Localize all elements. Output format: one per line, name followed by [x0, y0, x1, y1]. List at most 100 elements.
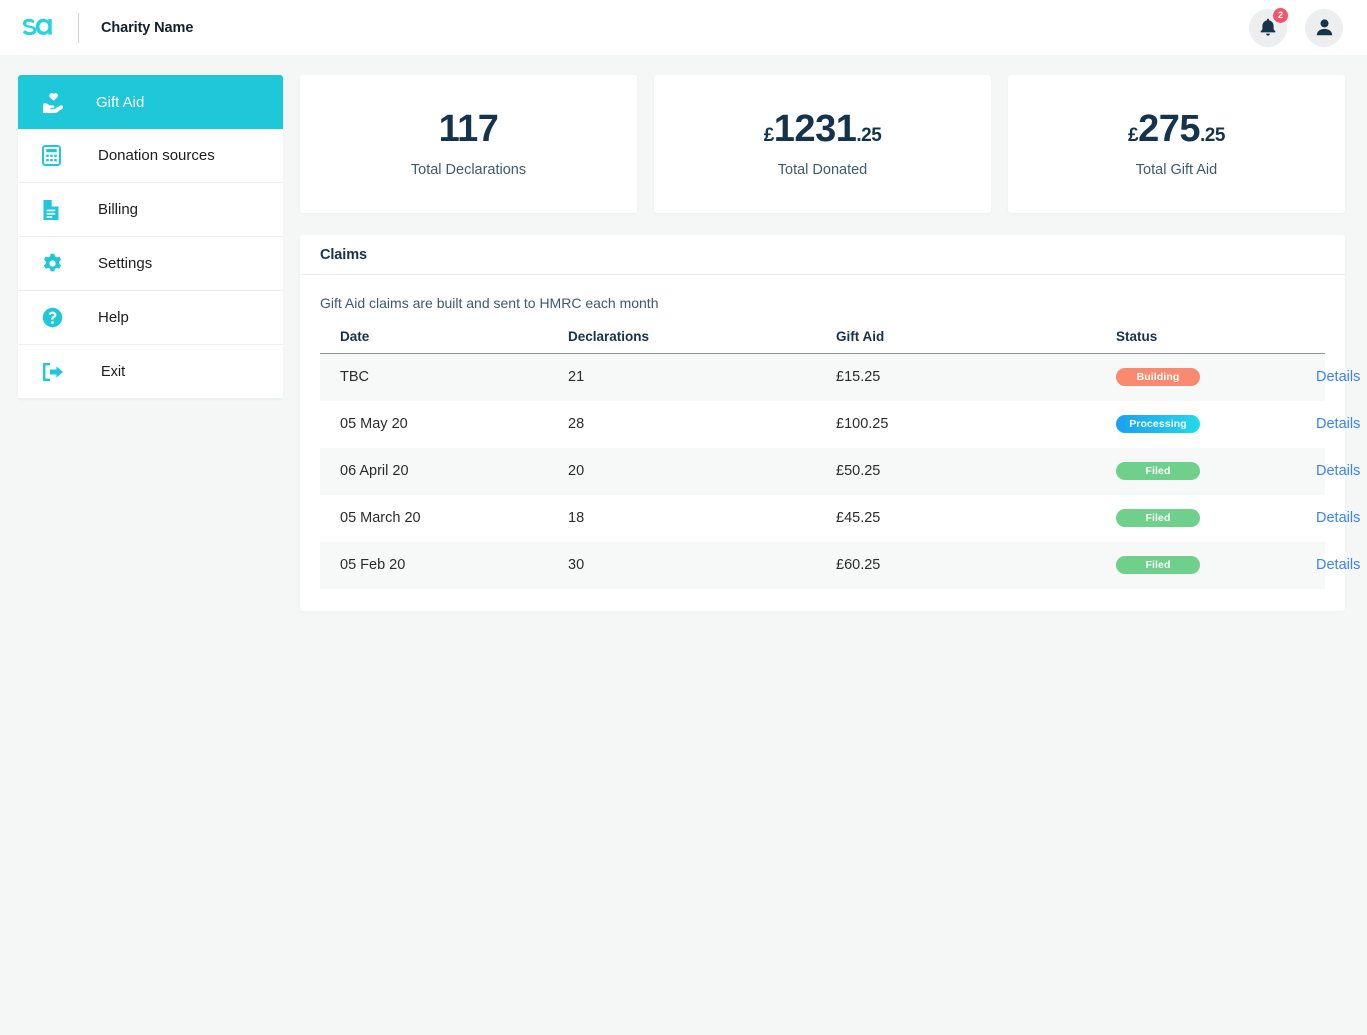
hand-heart-icon	[42, 92, 68, 113]
cell-date: TBC	[320, 354, 568, 401]
table-row[interactable]: 05 Feb 20 30 £60.25 Filed Details	[320, 542, 1325, 589]
sidebar-item-label: Settings	[98, 255, 152, 272]
cell-gift-aid: £60.25	[836, 542, 1116, 589]
sidebar: Gift Aid Donation sources	[18, 75, 283, 399]
calculator-icon	[42, 145, 68, 166]
cell-actions: Details	[1316, 401, 1325, 448]
details-link[interactable]: Details	[1316, 416, 1360, 432]
sidebar-item-label: Exit	[101, 364, 125, 380]
sidebar-item-help[interactable]: Help	[18, 291, 283, 345]
cell-actions: Details	[1316, 542, 1325, 589]
sidebar-item-billing[interactable]: Billing	[18, 183, 283, 237]
status-badge: Filed	[1116, 556, 1200, 574]
cell-date: 06 April 20	[320, 448, 568, 495]
cell-actions: Details	[1316, 448, 1325, 495]
status-badge: Filed	[1116, 509, 1200, 527]
claims-table-head: Date Declarations Gift Aid Status	[320, 325, 1325, 354]
table-row[interactable]: TBC 21 £15.25 Building Details	[320, 354, 1325, 401]
stat-integer: 1231	[774, 110, 857, 148]
details-link[interactable]: Details	[1316, 510, 1360, 526]
sidebar-item-gift-aid[interactable]: Gift Aid	[18, 75, 283, 129]
status-badge: Building	[1116, 368, 1200, 386]
claims-table: Date Declarations Gift Aid Status TBC 21…	[320, 325, 1325, 589]
gear-icon	[42, 253, 68, 274]
brand-area: Charity Name	[18, 13, 193, 43]
stat-label: Total Donated	[778, 162, 867, 178]
status-badge: Processing	[1116, 415, 1200, 433]
document-icon	[42, 199, 68, 221]
page-body: Gift Aid Donation sources	[0, 55, 1367, 611]
details-link[interactable]: Details	[1316, 557, 1360, 573]
top-bar: Charity Name 2	[0, 0, 1367, 55]
charity-name: Charity Name	[101, 20, 193, 36]
account-button[interactable]	[1305, 9, 1343, 47]
cell-date: 05 Feb 20	[320, 542, 568, 589]
stat-currency: £	[764, 126, 774, 145]
stat-label: Total Declarations	[411, 162, 526, 178]
cell-status: Building	[1116, 354, 1316, 401]
claims-panel: Claims Gift Aid claims are built and sen…	[300, 235, 1345, 611]
stat-card-total-donated: £ 1231 .25 Total Donated	[654, 75, 991, 213]
status-badge: Filed	[1116, 462, 1200, 480]
stat-label: Total Gift Aid	[1136, 162, 1217, 178]
cell-status: Filed	[1116, 448, 1316, 495]
stat-decimal: .25	[856, 126, 881, 145]
stat-value: 117	[439, 110, 499, 148]
column-header-gift-aid: Gift Aid	[836, 325, 1116, 354]
stat-integer: 117	[439, 110, 499, 148]
stat-card-total-gift-aid: £ 275 .25 Total Gift Aid	[1008, 75, 1345, 213]
main-content: 117 Total Declarations £ 1231 .25 Total …	[300, 75, 1345, 611]
sidebar-item-donation-sources[interactable]: Donation sources	[18, 129, 283, 183]
cell-actions: Details	[1316, 354, 1325, 401]
column-header-status: Status	[1116, 325, 1316, 354]
logout-icon	[42, 362, 68, 382]
cell-status: Filed	[1116, 495, 1316, 542]
sidebar-item-label: Donation sources	[98, 147, 215, 164]
cell-gift-aid: £50.25	[836, 448, 1116, 495]
claims-table-body: TBC 21 £15.25 Building Details 05 May 20…	[320, 354, 1325, 589]
sidebar-item-label: Billing	[98, 201, 138, 218]
cell-gift-aid: £15.25	[836, 354, 1116, 401]
stat-integer: 275	[1138, 110, 1200, 148]
sidebar-item-label: Help	[98, 309, 129, 326]
cell-declarations: 30	[568, 542, 836, 589]
brand-divider	[78, 13, 79, 43]
column-header-declarations: Declarations	[568, 325, 836, 354]
cell-gift-aid: £45.25	[836, 495, 1116, 542]
stat-card-total-declarations: 117 Total Declarations	[300, 75, 637, 213]
sidebar-item-settings[interactable]: Settings	[18, 237, 283, 291]
cell-gift-aid: £100.25	[836, 401, 1116, 448]
cell-declarations: 21	[568, 354, 836, 401]
table-header-row: Date Declarations Gift Aid Status	[320, 325, 1325, 354]
stat-decimal: .25	[1200, 126, 1225, 145]
notifications-button[interactable]: 2	[1249, 9, 1287, 47]
stat-value: £ 275 .25	[1128, 110, 1225, 148]
stat-currency: £	[1128, 126, 1138, 145]
notification-count-badge: 2	[1272, 7, 1289, 24]
claims-panel-header: Claims	[300, 235, 1345, 275]
cell-declarations: 18	[568, 495, 836, 542]
column-header-actions	[1316, 325, 1325, 354]
cell-date: 05 March 20	[320, 495, 568, 542]
cell-status: Filed	[1116, 542, 1316, 589]
sidebar-item-exit[interactable]: Exit	[18, 345, 283, 399]
column-header-date: Date	[320, 325, 568, 354]
claims-title: Claims	[320, 247, 367, 263]
cell-declarations: 20	[568, 448, 836, 495]
details-link[interactable]: Details	[1316, 369, 1360, 385]
cell-actions: Details	[1316, 495, 1325, 542]
cell-status: Processing	[1116, 401, 1316, 448]
topbar-actions: 2	[1249, 9, 1343, 47]
stats-row: 117 Total Declarations £ 1231 .25 Total …	[300, 75, 1345, 213]
question-circle-icon	[42, 307, 68, 328]
table-row[interactable]: 05 March 20 18 £45.25 Filed Details	[320, 495, 1325, 542]
table-row[interactable]: 06 April 20 20 £50.25 Filed Details	[320, 448, 1325, 495]
sa-logo-icon[interactable]	[18, 13, 56, 43]
stat-value: £ 1231 .25	[764, 110, 882, 148]
table-row[interactable]: 05 May 20 28 £100.25 Processing Details	[320, 401, 1325, 448]
user-icon	[1315, 18, 1334, 37]
cell-declarations: 28	[568, 401, 836, 448]
details-link[interactable]: Details	[1316, 463, 1360, 479]
claims-subtitle: Gift Aid claims are built and sent to HM…	[300, 275, 1345, 311]
sidebar-item-label: Gift Aid	[96, 94, 144, 111]
